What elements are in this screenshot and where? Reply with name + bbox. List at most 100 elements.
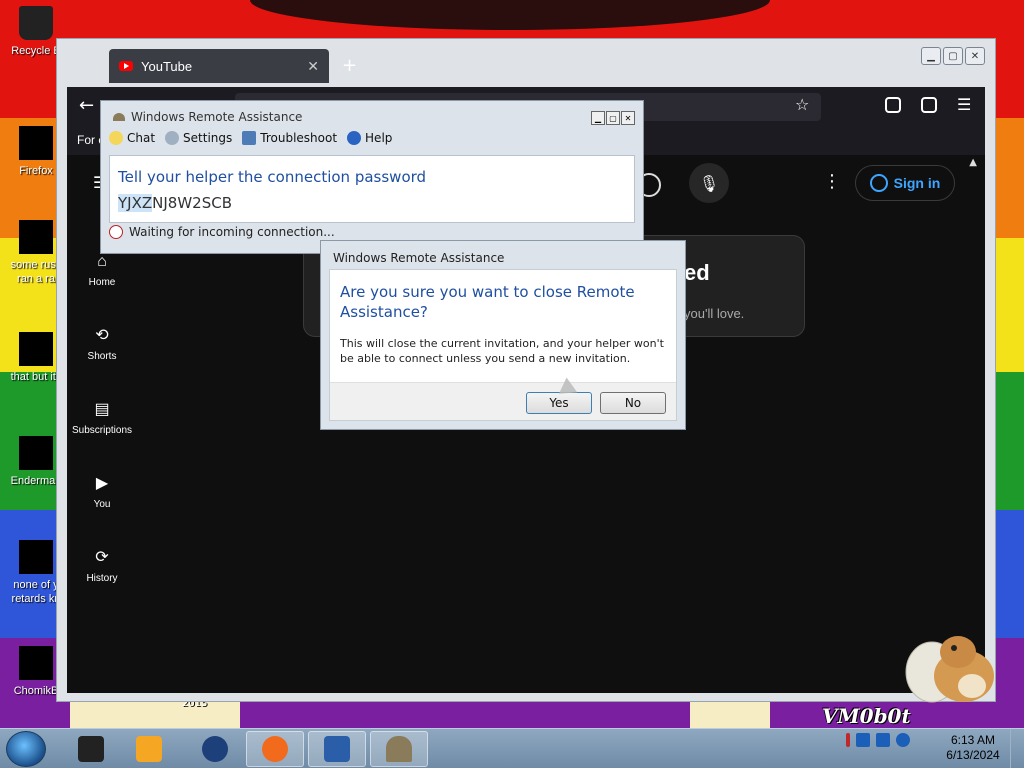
system-clock[interactable]: 6:13 AM 6/13/2024 xyxy=(940,733,1006,763)
file-icon xyxy=(19,436,53,470)
microphone-icon: 🎙 xyxy=(698,173,720,193)
no-button[interactable]: No xyxy=(600,392,666,414)
connection-password[interactable]: YJXZNJ8W2SCB xyxy=(118,194,232,212)
maximize-button[interactable]: ▢ xyxy=(606,111,620,125)
sign-in-label: Sign in xyxy=(893,175,941,191)
system-tray xyxy=(846,733,910,747)
you-icon: ▶ xyxy=(95,475,109,492)
waiting-status-icon xyxy=(109,225,123,239)
new-tab-button[interactable]: + xyxy=(342,55,357,76)
sign-in-button[interactable]: Sign in xyxy=(855,165,955,201)
gear-icon xyxy=(165,131,180,145)
bookmark-star-icon[interactable]: ☆ xyxy=(795,95,809,114)
window-title-text: Windows Remote Assistance xyxy=(131,110,303,124)
nav-item-shorts[interactable]: ⟲ Shorts xyxy=(67,325,137,362)
minimize-button[interactable]: ▁ xyxy=(591,111,605,125)
taskbar-app-firefox[interactable] xyxy=(246,731,304,767)
remote-assistance-window: Windows Remote Assistance ▁ ▢ ✕ Chat Set… xyxy=(100,100,644,254)
chat-label: Chat xyxy=(127,131,156,145)
taskbar-app-globe[interactable] xyxy=(186,731,244,767)
shorts-icon: ⟲ xyxy=(95,327,109,344)
wallpaper-cream-panel xyxy=(70,700,240,728)
remote-assistance-icon xyxy=(113,113,125,121)
nav-item-history[interactable]: ⟳ History xyxy=(67,547,137,584)
hamster-image xyxy=(905,636,994,703)
tray-volume-icon[interactable] xyxy=(896,733,910,747)
close-confirmation-dialog: Windows Remote Assistance Are you sure y… xyxy=(320,240,686,430)
terminal-icon xyxy=(78,736,104,762)
nav-label: Subscriptions xyxy=(71,425,133,436)
remote-desktop-icon xyxy=(324,736,350,762)
tab-youtube[interactable]: YouTube ✕ xyxy=(109,49,329,83)
taskbar: 6:13 AM 6/13/2024 xyxy=(0,728,1024,768)
close-button[interactable]: ✕ xyxy=(965,47,985,65)
maximize-button[interactable]: ▢ xyxy=(943,47,963,65)
more-options-icon[interactable]: ⋮ xyxy=(823,171,841,192)
password-selected-text: YJXZ xyxy=(118,194,153,212)
window-controls: ▁ ▢ ✕ xyxy=(591,111,635,125)
nav-label: Home xyxy=(88,277,116,288)
chat-bubble-icon xyxy=(109,131,123,145)
clock-time: 6:13 AM xyxy=(950,733,996,747)
nav-item-you[interactable]: ▶ You xyxy=(67,473,137,510)
tab-close-icon[interactable]: ✕ xyxy=(307,58,319,75)
dialog-title: Windows Remote Assistance xyxy=(333,251,505,265)
status-bar: Waiting for incoming connection... xyxy=(109,225,335,239)
remote-assistance-icon xyxy=(386,736,412,762)
troubleshoot-button[interactable]: Troubleshoot xyxy=(242,131,337,145)
yes-button[interactable]: Yes xyxy=(526,392,592,414)
minimize-button[interactable]: ▁ xyxy=(921,47,941,65)
taskbar-app-remote-desktop[interactable] xyxy=(308,731,366,767)
nav-label: You xyxy=(93,499,111,510)
firefox-icon xyxy=(262,736,288,762)
youtube-logo-icon xyxy=(119,61,133,71)
close-button[interactable]: ✕ xyxy=(621,111,635,125)
settings-label: Settings xyxy=(183,131,233,145)
nav-item-subscriptions[interactable]: ▤ Subscriptions xyxy=(67,399,137,436)
remote-assistance-toolbar: Chat Settings Troubleshoot Help xyxy=(109,131,392,145)
troubleshoot-label: Troubleshoot xyxy=(260,131,338,145)
nav-label: Shorts xyxy=(87,351,117,362)
voice-search-button[interactable]: 🎙 xyxy=(689,163,729,203)
home-icon: ⌂ xyxy=(97,253,107,270)
status-text: Waiting for incoming connection... xyxy=(129,225,335,239)
window-controls: ▁ ▢ ✕ xyxy=(921,47,985,65)
window-title: Windows Remote Assistance xyxy=(113,110,302,124)
help-label: Help xyxy=(365,131,393,145)
troubleshoot-icon xyxy=(242,131,257,145)
help-icon xyxy=(347,131,362,145)
wallpaper-signature-text: VM0b0t xyxy=(822,704,911,728)
show-desktop-button[interactable] xyxy=(1010,729,1024,768)
file-icon xyxy=(19,220,53,254)
extensions-icon[interactable] xyxy=(921,97,937,113)
nav-label: History xyxy=(86,573,118,584)
taskbar-app-terminal[interactable] xyxy=(62,731,120,767)
tab-title: YouTube xyxy=(141,58,193,74)
tray-network-icon[interactable] xyxy=(856,733,870,747)
taskbar-app-remote-assistance[interactable] xyxy=(370,731,428,767)
pocket-icon[interactable] xyxy=(885,97,901,113)
taskbar-app-media-player[interactable] xyxy=(120,731,178,767)
promo-title: ed xyxy=(684,260,710,285)
dialog-content: Are you sure you want to close Remote As… xyxy=(329,269,677,421)
tray-flag-icon[interactable] xyxy=(846,733,850,747)
password-rest-text: NJ8W2SCB xyxy=(152,194,232,212)
help-button[interactable]: Help xyxy=(347,131,392,145)
clock-date: 6/13/2024 xyxy=(946,748,1000,762)
tray-display-icon[interactable] xyxy=(876,733,890,747)
firefox-icon xyxy=(19,126,53,160)
settings-button[interactable]: Settings xyxy=(165,131,232,145)
connection-heading: Tell your helper the connection password xyxy=(118,168,427,186)
menu-icon[interactable]: ☰ xyxy=(957,95,971,114)
nav-item-home[interactable]: ⌂ Home xyxy=(67,253,137,288)
file-icon xyxy=(19,332,53,366)
back-arrow-icon[interactable]: ← xyxy=(79,95,94,116)
dialog-footer: Yes No xyxy=(330,382,676,420)
chat-button[interactable]: Chat xyxy=(109,131,155,145)
scroll-up-arrow-icon[interactable]: ▲ xyxy=(969,157,977,168)
dialog-message: This will close the current invitation, … xyxy=(340,337,664,365)
connection-panel: Tell your helper the connection password… xyxy=(109,155,635,223)
file-icon xyxy=(19,646,53,680)
recycle-bin-icon xyxy=(19,6,53,40)
start-button[interactable] xyxy=(6,731,46,767)
